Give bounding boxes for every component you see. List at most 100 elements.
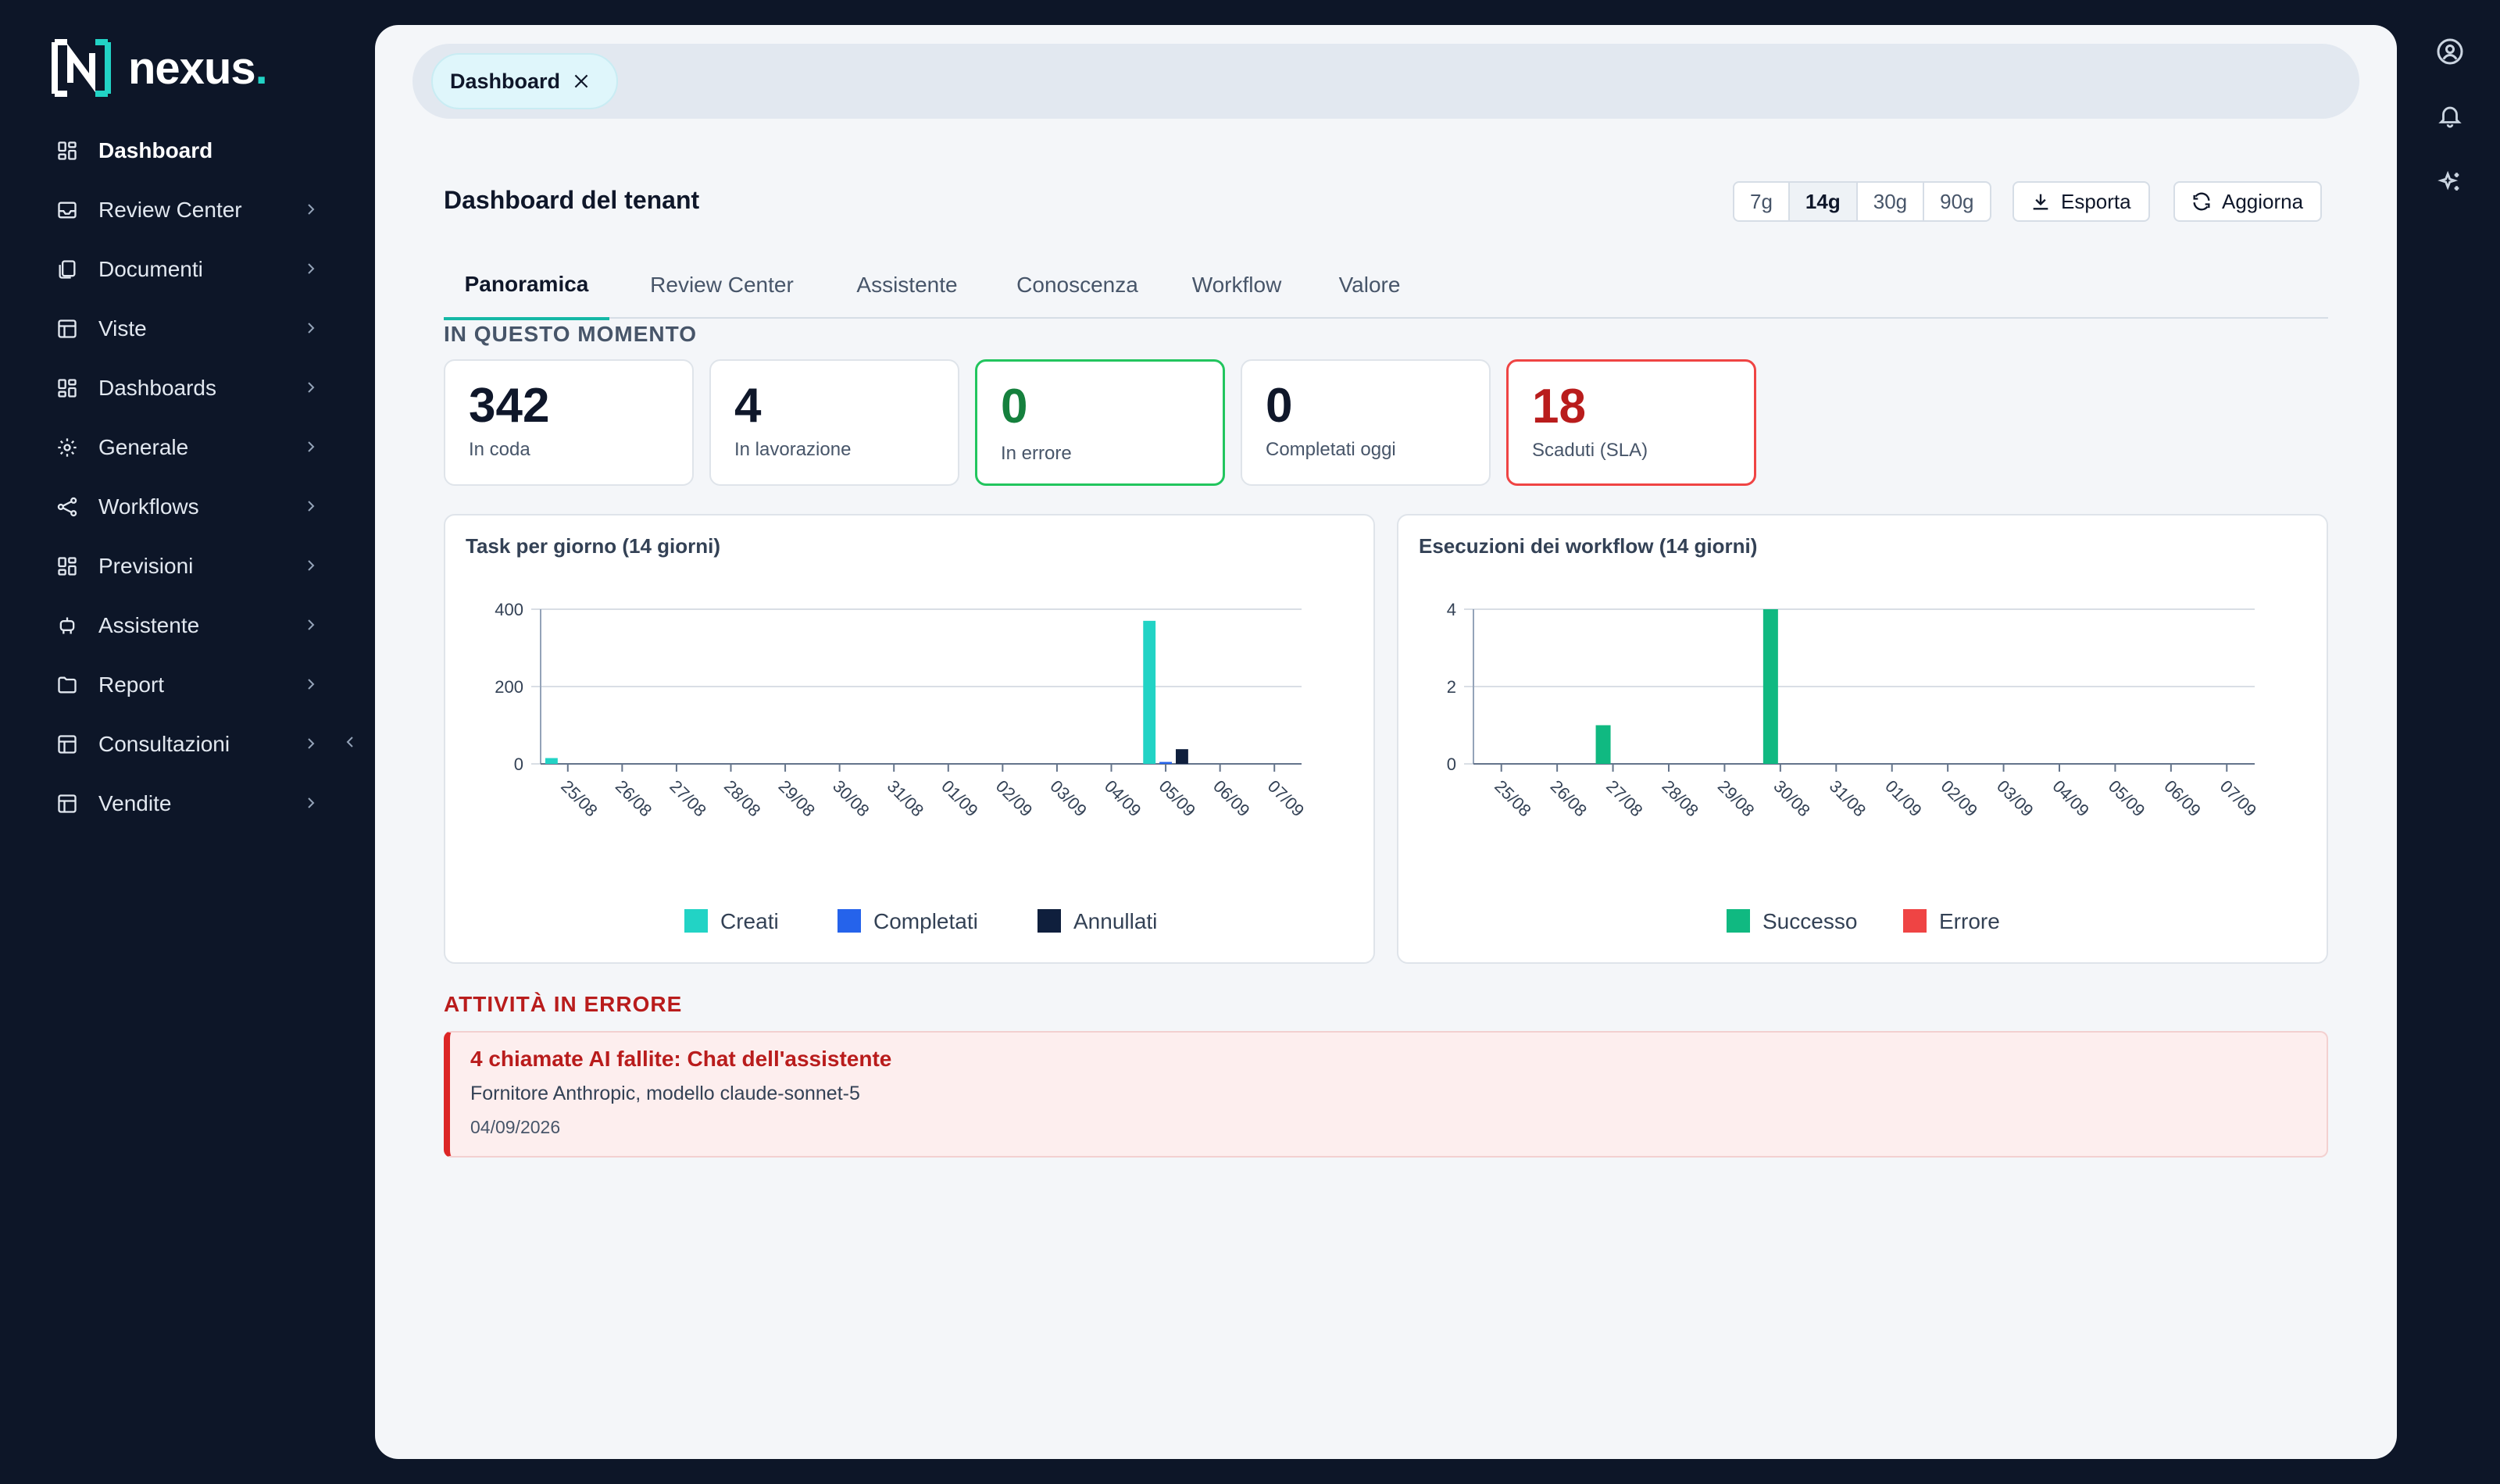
sidebar-item-review-center[interactable]: Review Center [0,180,367,240]
sidebar-item-label: Report [98,672,165,697]
sidebar-item-workflows[interactable]: Workflows [0,477,367,537]
x-tick-label: 07/09 [1264,776,1309,821]
tab-valore[interactable]: Valore [1311,251,1428,319]
range-90g-button[interactable]: 90g [1924,183,1989,220]
close-icon[interactable] [571,71,591,91]
x-tick-label: 28/08 [720,776,765,821]
download-icon [2030,191,2052,212]
kpi-card-scaduti-sla[interactable]: 18 Scaduti (SLA) [1506,359,1756,486]
x-tick-label: 04/09 [1101,776,1145,821]
sidebar-item-documenti[interactable]: Documenti [0,240,367,299]
sidebar-item-vendite[interactable]: Vendite [0,774,367,833]
legend-swatch [1038,909,1061,933]
sidebar-nav: Dashboard Review Center Documenti Viste … [0,121,367,833]
range-14g-button[interactable]: 14g [1789,183,1858,220]
tab-review-center[interactable]: Review Center [627,251,817,319]
nexus-logo-icon [52,39,111,97]
kpi-label: In lavorazione [734,439,852,460]
bar-creati [545,758,558,764]
sidebar-item-label: Previsioni [98,554,194,578]
logo-text: nexus. [128,42,268,95]
grid-icon [55,554,80,579]
x-tick-label: 04/09 [2048,776,2093,821]
kpi-card-completati-oggi[interactable]: 0 Completati oggi [1241,359,1491,486]
chevron-right-icon [302,675,320,694]
kpi-value: 0 [1001,380,1028,433]
logo[interactable]: nexus. [52,39,268,97]
user-profile-icon[interactable] [2434,36,2466,67]
documents-icon [55,257,80,282]
folder-icon [55,672,80,697]
gear-icon [55,435,80,460]
legend-swatch [838,909,861,933]
x-tick-label: 01/09 [938,776,982,821]
legend-swatch [1903,909,1927,933]
open-tabs-bar: Dashboard [412,44,2359,119]
sidebar-item-report[interactable]: Report [0,655,367,715]
x-tick-label: 25/08 [1491,776,1535,821]
sidebar-item-label: Dashboard [98,138,213,162]
sidebar-item-previsioni[interactable]: Previsioni [0,537,367,596]
sparkles-icon[interactable] [2434,167,2466,198]
error-date: 04/09/2026 [470,1117,561,1137]
inbox-icon [55,198,80,223]
x-tick-label: 28/08 [1658,776,1702,821]
sidebar-item-label: Review Center [98,198,242,222]
chevron-right-icon [302,556,320,575]
sidebar-item-dashboards[interactable]: Dashboards [0,359,367,418]
y-tick-label: 2 [1447,677,1456,697]
x-tick-label: 26/08 [612,776,656,821]
sidebar-item-dashboard[interactable]: Dashboard [0,121,367,180]
kpi-value: 0 [1266,379,1293,433]
x-tick-label: 02/09 [1938,776,1982,821]
y-tick-label: 0 [514,754,523,774]
legend-label: Successo [1762,909,1857,933]
x-tick-label: 27/08 [1602,776,1647,821]
sidebar-item-viste[interactable]: Viste [0,299,367,359]
x-tick-label: 05/09 [1155,776,1200,821]
sidebar-item-generale[interactable]: Generale [0,418,367,477]
chevron-right-icon [302,794,320,812]
x-tick-label: 07/09 [2216,776,2261,821]
x-tick-label: 29/08 [1714,776,1759,821]
sidebar-item-consultazioni[interactable]: Consultazioni [0,715,367,774]
table-icon [55,316,80,341]
export-button[interactable]: Esporta [2012,181,2150,222]
sidebar-item-label: Documenti [98,257,203,281]
logo-dot: . [255,42,268,94]
sidebar-item-label: Viste [98,316,147,341]
kpi-card-in-coda[interactable]: 342 In coda [444,359,694,486]
refresh-button[interactable]: Aggiorna [2173,181,2323,222]
tab-dashboard[interactable]: Dashboard [431,53,619,109]
sidebar-item-assistente[interactable]: Assistente [0,596,367,655]
x-tick-label: 03/09 [1046,776,1091,821]
kpi-card-in-lavorazione[interactable]: 4 In lavorazione [709,359,959,486]
refresh-label: Aggiorna [2222,189,2304,213]
share-icon [55,494,80,519]
main-panel: Dashboard Dashboard del tenant 7g 14g 30… [375,25,2397,1459]
bell-icon[interactable] [2434,100,2466,131]
bar-creati [1143,620,1156,764]
tab-panoramica[interactable]: Panoramica [444,251,609,320]
x-tick-label: 30/08 [829,776,873,821]
kpi-label: In errore [1001,443,1072,464]
range-7g-button[interactable]: 7g [1734,183,1790,220]
kpi-card-in-errore[interactable]: 0 In errore [975,359,1225,486]
chart-card-workflow-runs: Esecuzioni dei workflow (14 giorni) 0242… [1397,514,2328,964]
collapse-sidebar-icon[interactable] [341,733,359,751]
grid-icon [55,138,80,163]
workflow-runs-chart: 0 2 4 25/08 26/08 27/08 28/08 29/08 30/08 31/08 01… [1447,600,2261,933]
section-title-now: IN QUESTO MOMENTO [444,322,697,346]
table-icon [55,732,80,757]
tasks-per-day-chart: 0 200 400 25/08 26/08 27/08 28/08 29/08 30/08 31/… [495,600,1309,933]
range-30g-button[interactable]: 30g [1858,183,1925,220]
tab-assistente[interactable]: Assistente [833,251,981,319]
error-activity-item[interactable]: 4 chiamate AI fallite: Chat dell'assiste… [444,1031,2328,1158]
kpi-value: 18 [1532,380,1586,433]
legend-label: Errore [1939,909,2000,933]
dashboard-tabs: Panoramica Review Center Assistente Cono… [444,251,2328,320]
chevron-right-icon [302,437,320,456]
kpi-label: Completati oggi [1266,439,1396,460]
tab-conoscenza[interactable]: Conoscenza [997,251,1158,319]
tab-workflow[interactable]: Workflow [1172,251,1302,319]
